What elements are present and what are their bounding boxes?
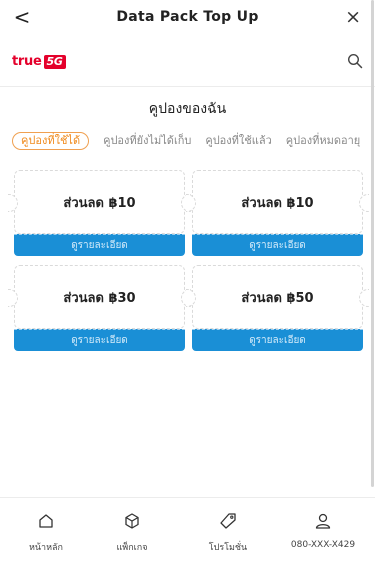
nav-label: 080-XXX-X429 (290, 540, 356, 550)
logo-text: true (12, 54, 42, 69)
nav-label: โปรโมชั่น (208, 543, 248, 553)
promotion-tag-icon (220, 513, 236, 529)
brand-bar: true 5G (0, 48, 375, 78)
header-divider (0, 86, 375, 87)
user-icon (315, 513, 331, 529)
nav-item-package[interactable]: แพ็กเกจ (92, 512, 172, 554)
coupon-card: ส่วนลด ฿10 ดูรายละเอียด (186, 170, 369, 256)
tab-available[interactable]: คูปองที่ใช้ได้ (12, 132, 90, 150)
tab-not-collected[interactable]: คูปองที่ยังไม่ได้เก็บ (103, 132, 191, 150)
coupon-amount: ส่วนลด ฿10 (63, 196, 136, 211)
tab-used[interactable]: คูปองที่ใช้แล้ว (205, 132, 271, 150)
coupon-details-button[interactable]: ดูรายละเอียด (14, 329, 185, 351)
nav-item-account[interactable]: 080-XXX-X429 (283, 512, 363, 550)
search-icon[interactable] (347, 53, 363, 69)
coupon-card: ส่วนลด ฿50 ดูรายละเอียด (186, 265, 369, 351)
home-icon (39, 514, 53, 528)
coupon-amount: ส่วนลด ฿50 (241, 291, 314, 306)
nav-item-home[interactable]: หน้าหลัก (6, 512, 86, 554)
logo-badge: 5G (43, 54, 66, 69)
coupon-details-button[interactable]: ดูรายละเอียด (192, 329, 363, 351)
nav-item-promotion[interactable]: โปรโมชั่น (188, 512, 268, 554)
nav-label: แพ็กเกจ (116, 543, 148, 553)
coupon-details-button[interactable]: ดูรายละเอียด (192, 234, 363, 256)
coupon-amount: ส่วนลด ฿10 (241, 196, 314, 211)
nav-label: หน้าหลัก (28, 543, 64, 553)
top-bar: < Data Pack Top Up × (0, 0, 375, 36)
coupon-card: ส่วนลด ฿10 ดูรายละเอียด (8, 170, 191, 256)
coupon-body: ส่วนลด ฿10 (14, 170, 185, 234)
coupon-details-button[interactable]: ดูรายละเอียด (14, 234, 185, 256)
close-button[interactable]: × (345, 6, 361, 28)
bottom-nav: หน้าหลัก แพ็กเกจ โปรโมชั่น 080-XXX-X429 (0, 497, 375, 563)
coupon-card: ส่วนลด ฿30 ดูรายละเอียด (8, 265, 191, 351)
package-icon (125, 513, 139, 529)
coupon-body: ส่วนลด ฿10 (192, 170, 363, 234)
true5g-logo[interactable]: true 5G (12, 54, 66, 69)
coupon-tabs: คูปองที่ใช้ได้ คูปองที่ยังไม่ได้เก็บ คูปอง… (12, 132, 375, 154)
coupon-body: ส่วนลด ฿30 (14, 265, 185, 329)
section-heading: คูปองของฉัน (148, 101, 227, 117)
coupon-body: ส่วนลด ฿50 (192, 265, 363, 329)
coupon-amount: ส่วนลด ฿30 (63, 291, 136, 306)
page-title: Data Pack Top Up (116, 9, 259, 25)
scrollbar[interactable] (371, 0, 374, 487)
tab-expired[interactable]: คูปองที่หมดอายุ (286, 132, 360, 150)
